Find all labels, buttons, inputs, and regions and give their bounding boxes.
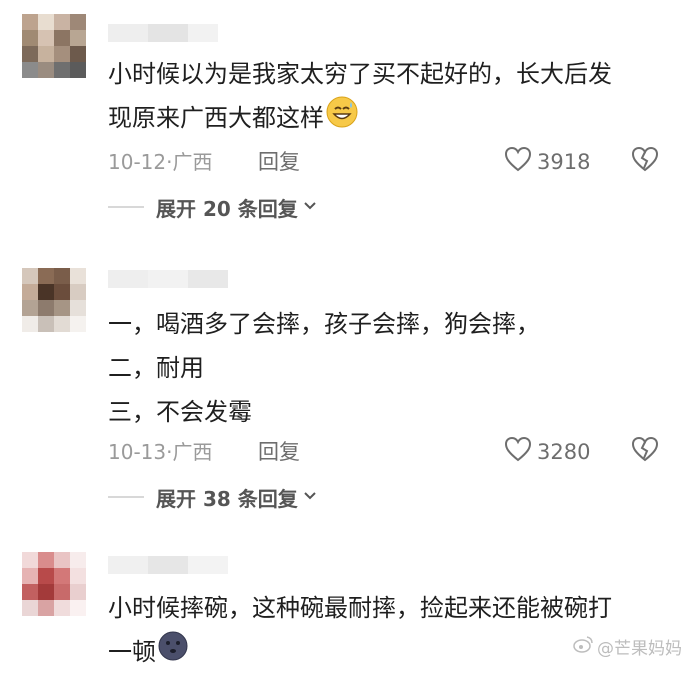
broken-heart-icon[interactable] bbox=[630, 434, 660, 469]
avatar-mosaic-cell bbox=[70, 46, 86, 62]
avatar-mosaic-cell bbox=[54, 268, 70, 284]
avatar-mosaic-cell bbox=[22, 552, 38, 568]
expand-replies-button[interactable]: 展开 38 条回复 bbox=[108, 482, 318, 512]
expand-replies-label: 展开 20 条回复 bbox=[156, 196, 298, 221]
weibo-logo-icon bbox=[573, 635, 593, 658]
avatar-mosaic-cell bbox=[54, 46, 70, 62]
comment-text: 小时候摔碗，这种碗最耐摔，捡起来还能被碗打 一顿 bbox=[108, 586, 612, 675]
dark-face-emoji-icon bbox=[158, 631, 188, 675]
watermark-text: @芒果妈妈 bbox=[597, 639, 682, 659]
reply-button[interactable]: 回复 bbox=[258, 436, 300, 466]
avatar-mosaic-cell bbox=[70, 552, 86, 568]
avatar-mosaic-cell bbox=[70, 584, 86, 600]
avatar-mosaic-cell bbox=[38, 268, 54, 284]
avatar-mosaic-cell bbox=[70, 568, 86, 584]
chevron-down-icon bbox=[302, 195, 318, 219]
avatar-mosaic-cell bbox=[70, 14, 86, 30]
avatar-mosaic-cell bbox=[38, 284, 54, 300]
divider bbox=[108, 496, 144, 498]
comment-text: 小时候以为是我家太穷了买不起好的，长大后发 现原来广西大都这样 bbox=[108, 52, 612, 142]
avatar-mosaic-cell bbox=[38, 46, 54, 62]
avatar-mosaic-cell bbox=[70, 30, 86, 46]
heart-icon bbox=[503, 144, 533, 179]
broken-heart-icon[interactable] bbox=[630, 144, 660, 179]
username[interactable] bbox=[108, 556, 228, 574]
avatar-mosaic-cell bbox=[22, 30, 38, 46]
avatar-mosaic-cell bbox=[54, 600, 70, 616]
comment-line: 一顿 bbox=[108, 630, 612, 675]
like-button[interactable]: 3918 bbox=[503, 144, 590, 179]
avatar-mosaic-cell bbox=[54, 584, 70, 600]
avatar-mosaic-cell bbox=[38, 584, 54, 600]
avatar-mosaic-cell bbox=[22, 14, 38, 30]
like-button[interactable]: 3280 bbox=[503, 434, 590, 469]
username[interactable] bbox=[108, 270, 228, 288]
avatar-mosaic-cell bbox=[38, 300, 54, 316]
avatar-mosaic-cell bbox=[70, 316, 86, 332]
avatar-mosaic-cell bbox=[54, 552, 70, 568]
expand-replies-label: 展开 38 条回复 bbox=[156, 486, 298, 511]
avatar-mosaic-cell bbox=[54, 316, 70, 332]
avatar-mosaic-cell bbox=[22, 316, 38, 332]
avatar[interactable] bbox=[22, 268, 86, 332]
comment-line: 小时候摔碗，这种碗最耐摔，捡起来还能被碗打 bbox=[108, 594, 612, 622]
avatar-mosaic-cell bbox=[22, 46, 38, 62]
like-count: 3280 bbox=[537, 439, 591, 464]
comment-date: 10-13·广西 bbox=[108, 440, 213, 464]
username[interactable] bbox=[108, 24, 218, 42]
chevron-down-icon bbox=[302, 485, 318, 509]
comment-line: 一，喝酒多了会摔，孩子会摔，狗会摔， bbox=[108, 310, 540, 338]
comment-date: 10-12·广西 bbox=[108, 150, 213, 174]
avatar-mosaic-cell bbox=[54, 62, 70, 78]
avatar-mosaic-cell bbox=[38, 62, 54, 78]
avatar-mosaic-cell bbox=[38, 600, 54, 616]
avatar-mosaic-cell bbox=[54, 568, 70, 584]
avatar-mosaic-cell bbox=[70, 284, 86, 300]
avatar-mosaic-cell bbox=[54, 30, 70, 46]
comment-meta: 10-12·广西 回复 3918 bbox=[108, 144, 668, 176]
avatar-mosaic-cell bbox=[54, 300, 70, 316]
reply-button[interactable]: 回复 bbox=[258, 146, 300, 176]
avatar-mosaic-cell bbox=[22, 568, 38, 584]
divider bbox=[108, 206, 144, 208]
avatar-mosaic-cell bbox=[38, 568, 54, 584]
grinning-sweat-emoji-icon bbox=[326, 96, 358, 142]
avatar-mosaic-cell bbox=[54, 14, 70, 30]
comment-text: 一，喝酒多了会摔，孩子会摔，狗会摔， 二，耐用 三，不会发霉 bbox=[108, 302, 540, 434]
avatar-mosaic-cell bbox=[22, 300, 38, 316]
comment-line: 三，不会发霉 bbox=[108, 398, 252, 426]
avatar-mosaic-cell bbox=[70, 600, 86, 616]
avatar-mosaic-cell bbox=[38, 14, 54, 30]
avatar-mosaic-cell bbox=[38, 552, 54, 568]
avatar-mosaic-cell bbox=[22, 584, 38, 600]
avatar-mosaic-cell bbox=[54, 284, 70, 300]
avatar-mosaic-cell bbox=[38, 30, 54, 46]
comment-line: 现原来广西大都这样 bbox=[108, 96, 612, 142]
comment-line: 二，耐用 bbox=[108, 354, 204, 382]
like-count: 3918 bbox=[537, 149, 591, 174]
heart-icon bbox=[503, 434, 533, 469]
avatar-mosaic-cell bbox=[38, 316, 54, 332]
avatar-mosaic-cell bbox=[22, 284, 38, 300]
avatar[interactable] bbox=[22, 552, 86, 616]
watermark: @芒果妈妈 bbox=[573, 634, 682, 659]
avatar-mosaic-cell bbox=[22, 600, 38, 616]
avatar-mosaic-cell bbox=[70, 62, 86, 78]
avatar-mosaic-cell bbox=[22, 62, 38, 78]
avatar-mosaic-cell bbox=[70, 268, 86, 284]
avatar[interactable] bbox=[22, 14, 86, 78]
comment-line: 小时候以为是我家太穷了买不起好的，长大后发 bbox=[108, 60, 612, 88]
expand-replies-button[interactable]: 展开 20 条回复 bbox=[108, 192, 318, 222]
avatar-mosaic-cell bbox=[22, 268, 38, 284]
comment-meta: 10-13·广西 回复 3280 bbox=[108, 434, 668, 466]
avatar-mosaic-cell bbox=[70, 300, 86, 316]
